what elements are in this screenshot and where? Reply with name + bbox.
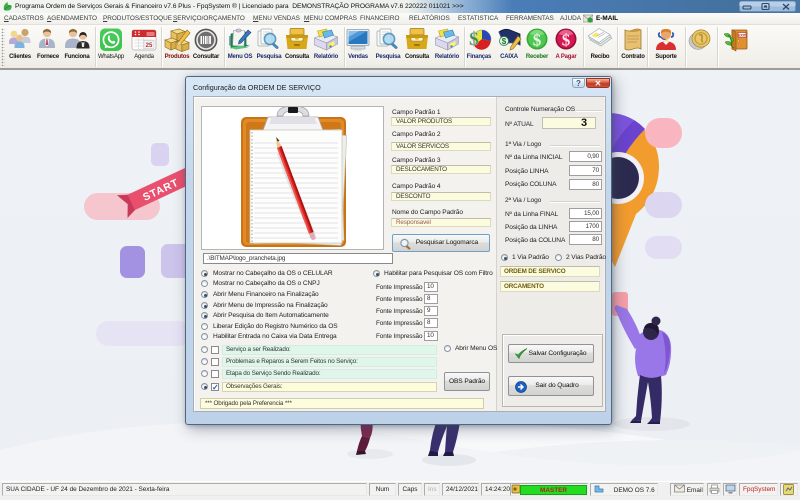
svg-text:$: $ [502,37,507,46]
svg-text:EXIT: EXIT [738,34,747,38]
svg-text:25: 25 [146,43,153,49]
svg-text:$: $ [562,31,571,50]
svg-text:$: $ [469,29,479,50]
svg-text:$: $ [533,31,542,50]
